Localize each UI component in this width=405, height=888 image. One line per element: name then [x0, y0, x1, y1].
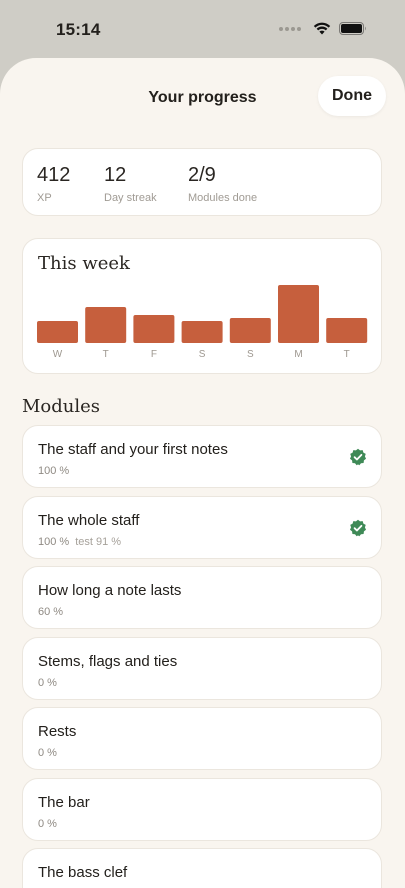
done-button[interactable]: Done	[318, 76, 386, 116]
progress-sheet: Your progress Done 412 XP 12 Day streak …	[0, 58, 405, 888]
stat-label: Modules done	[188, 192, 258, 204]
module-title: Stems, flags and ties	[38, 652, 178, 670]
module-progress: 100 %	[38, 535, 70, 548]
chart-day-label: F	[151, 349, 157, 360]
stat-xp: 412 XP	[37, 164, 70, 204]
module-progress: 0 %	[38, 676, 57, 689]
chart-day-label: S	[247, 349, 254, 360]
chart-bar	[37, 321, 78, 343]
stats-card: 412 XP 12 Day streak 2/9 Modules done	[22, 148, 382, 216]
stat-day-streak: 12 Day streak	[104, 164, 157, 204]
module-progress: 0 %	[38, 817, 57, 830]
chart-bar	[326, 318, 368, 343]
module-title: The bass clef	[38, 864, 128, 881]
chart-bar	[278, 285, 319, 343]
chart-bar	[133, 315, 175, 343]
completed-check-icon	[349, 519, 367, 537]
module-progress-row: 100 % test 91 %	[38, 536, 121, 548]
module-progress-row: 0 %	[38, 818, 57, 830]
module-title: How long a note lasts	[38, 582, 182, 599]
module-progress: 0 %	[38, 747, 57, 759]
module-card[interactable]: The bar 0 %	[22, 777, 382, 841]
module-card[interactable]: Stems, flags and ties 0 %	[22, 636, 382, 700]
week-bar-chart: WTFSSMT	[37, 285, 368, 360]
module-title: Rests	[38, 723, 77, 740]
chart-day-label: T	[103, 349, 109, 360]
status-time: 15:14	[56, 20, 101, 39]
stat-modules-done: 2/9 Modules done	[188, 164, 257, 204]
battery-icon	[339, 22, 367, 35]
module-test-score: test 91 %	[75, 535, 122, 548]
module-progress-row: 0 %	[38, 747, 57, 759]
chart-day-label: W	[53, 349, 63, 360]
module-card[interactable]: The bass clef	[22, 848, 382, 888]
status-icons	[279, 22, 367, 35]
module-title: The bar	[38, 793, 90, 811]
wifi-icon	[313, 22, 331, 35]
chart-bar	[229, 318, 271, 343]
module-card[interactable]: Rests 0 %	[22, 707, 382, 770]
module-title: The staff and your first notes	[38, 441, 228, 458]
stat-label: Day streak	[104, 192, 157, 204]
module-progress-row: 100 %	[38, 465, 69, 477]
module-card[interactable]: How long a note lasts 60 %	[22, 566, 382, 629]
modules-heading: Modules	[22, 396, 101, 417]
status-bar: 15:14	[0, 0, 405, 58]
module-progress: 60 %	[38, 606, 64, 618]
stat-value: 412	[37, 164, 71, 186]
stat-value: 2/9	[188, 164, 216, 186]
signal-icon	[279, 26, 301, 31]
chart-day-label: S	[199, 349, 206, 360]
week-card: This week WTFSSMT	[22, 238, 382, 374]
chart-day-label: M	[294, 349, 302, 360]
module-progress-row: 60 %	[38, 606, 63, 618]
module-card[interactable]: The whole staff 100 % test 91 %	[22, 495, 382, 559]
module-card[interactable]: The staff and your first notes 100 %	[22, 425, 382, 488]
module-title: The whole staff	[38, 511, 140, 529]
stat-label: XP	[37, 192, 52, 204]
chart-day-label: T	[344, 349, 350, 360]
chart-bar	[181, 321, 223, 343]
completed-check-icon	[349, 448, 367, 466]
module-progress: 100 %	[38, 465, 70, 477]
stat-value: 12	[104, 164, 127, 186]
module-progress-row: 0 %	[38, 677, 57, 689]
chart-bar	[85, 307, 127, 343]
sheet-header: Your progress Done	[0, 58, 405, 136]
